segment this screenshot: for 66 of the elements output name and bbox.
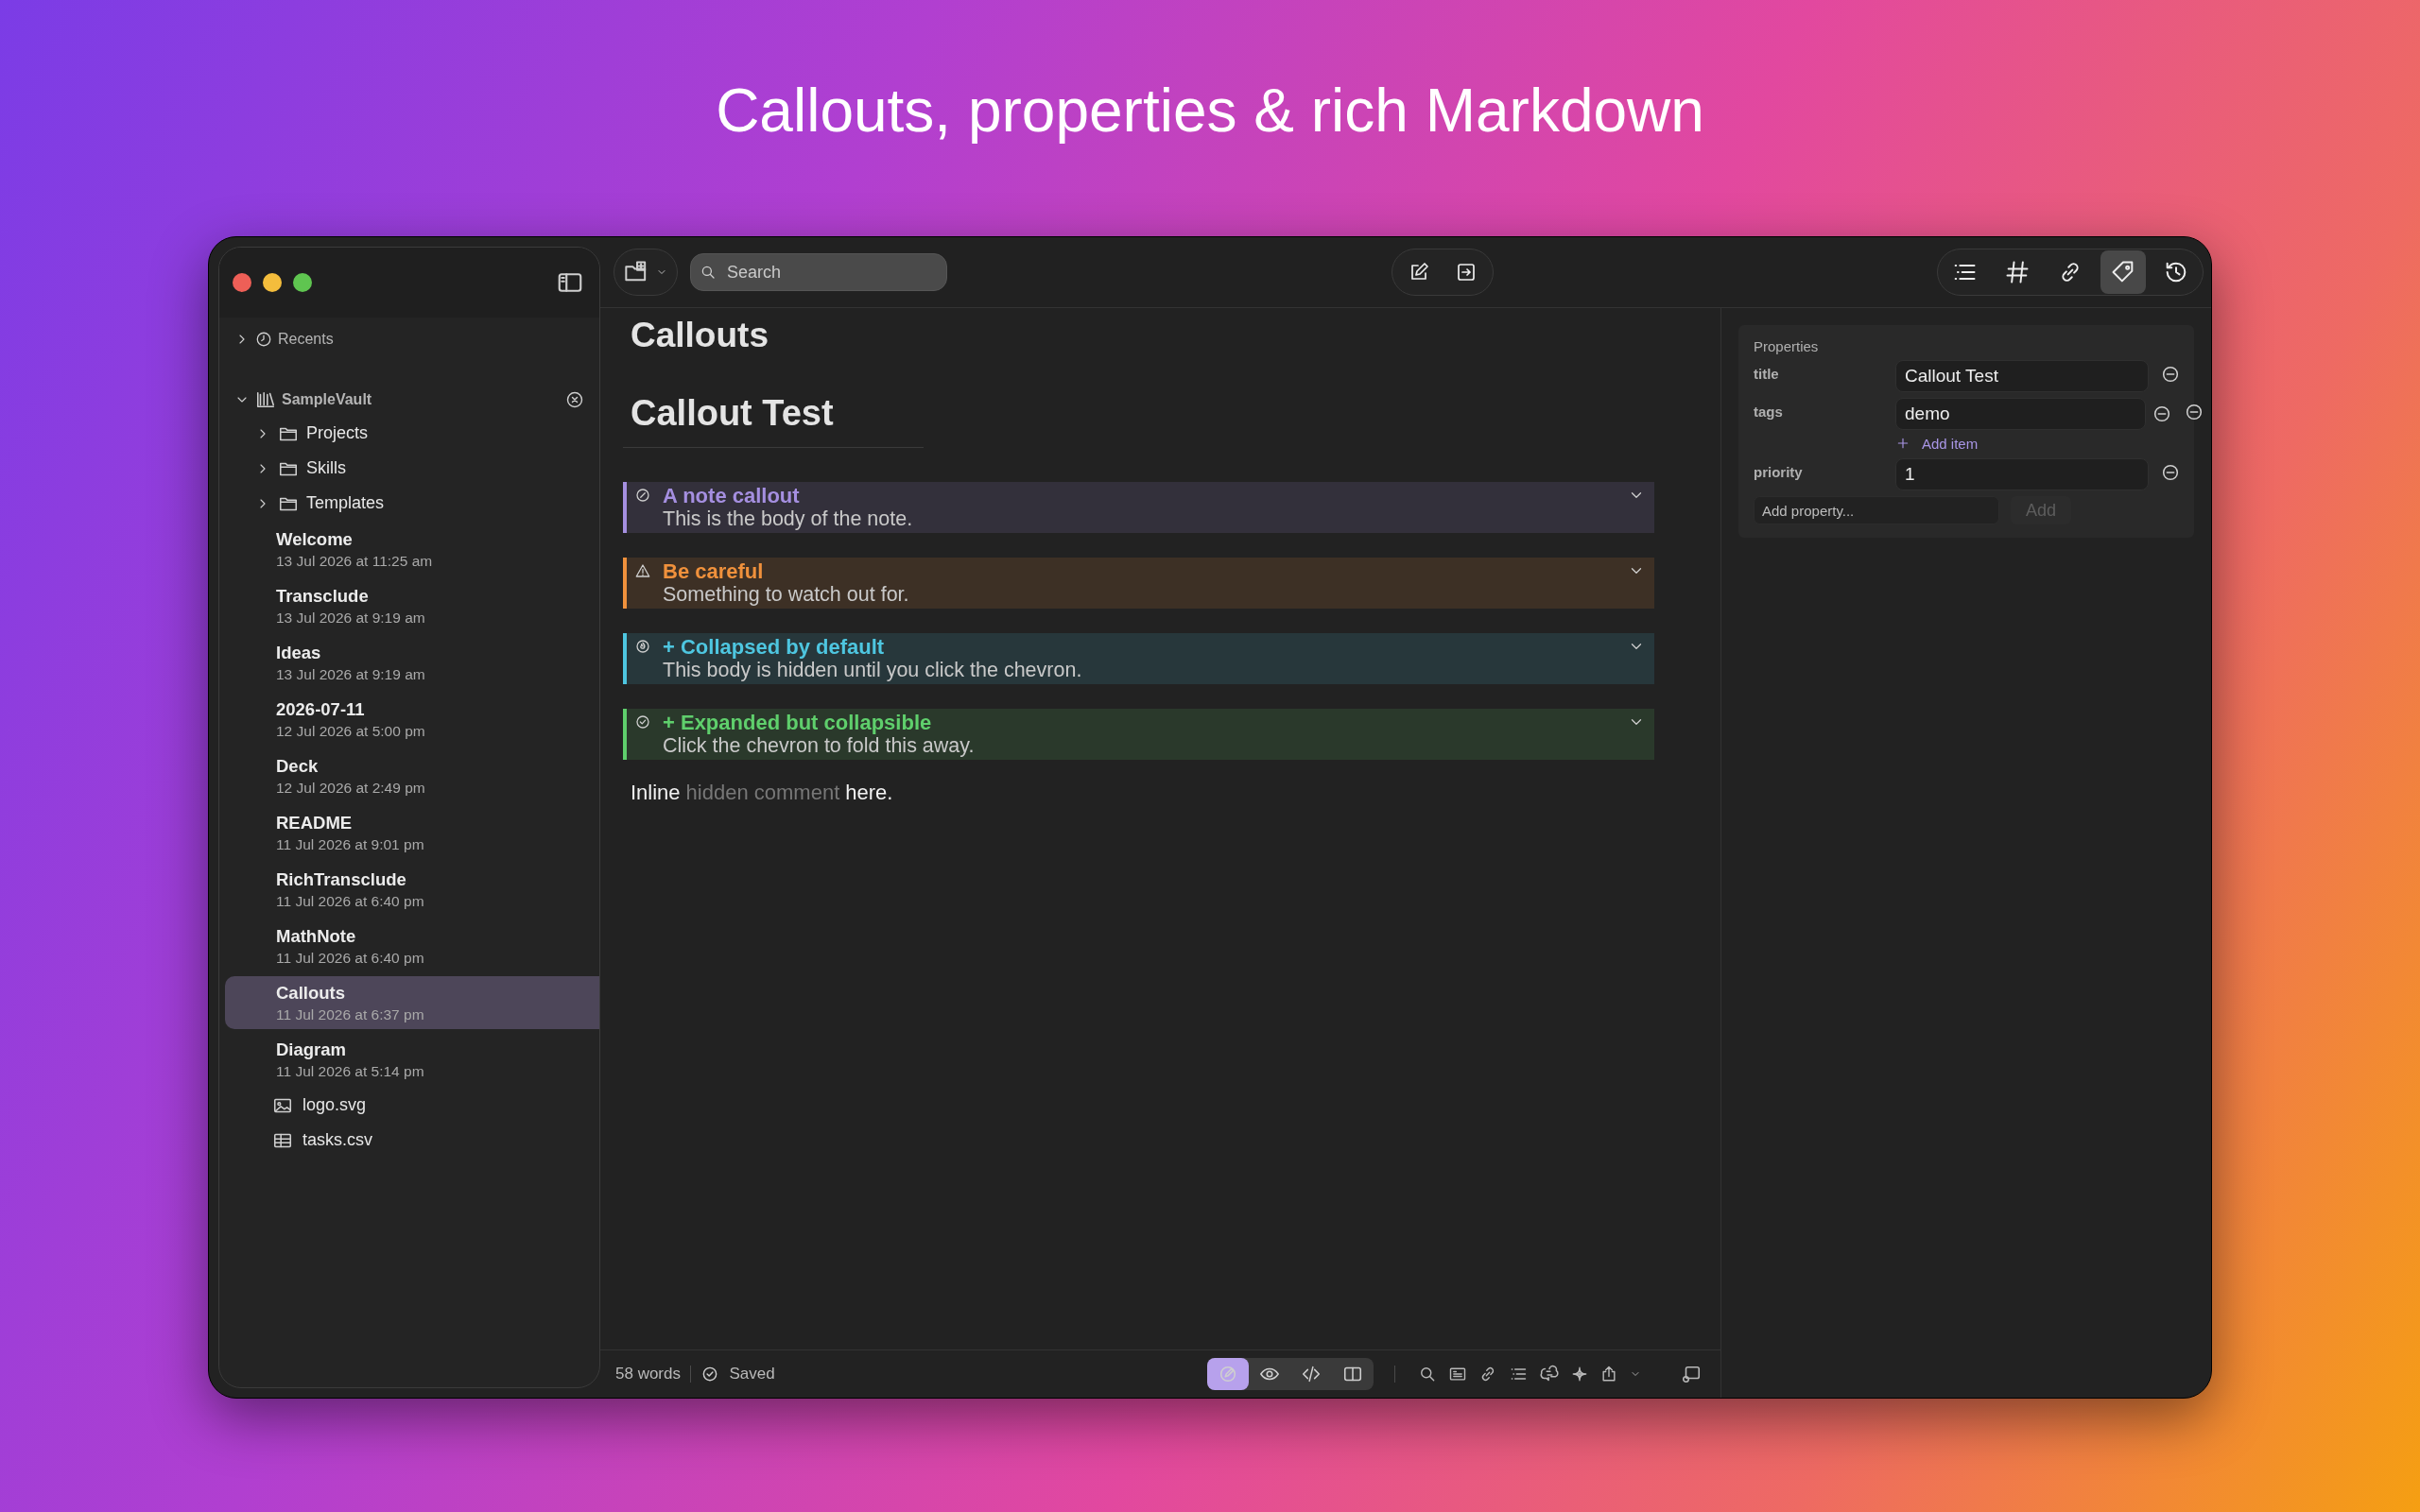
plus-icon [1895,436,1910,451]
zoom-button[interactable] [293,273,312,292]
note-item[interactable]: RichTransclude 11 Jul 2026 at 6:40 pm [225,863,599,916]
callout-title: + Expanded but collapsible [663,711,933,734]
callout-body: Something to watch out for. [663,583,910,607]
paragraph-text: here. [845,781,893,805]
folder-item[interactable]: Skills [306,458,346,478]
headline: Callouts, properties & rich Markdown [716,76,1704,146]
callout-body: Click the chevron to fold this away. [663,734,976,758]
hash-icon [2004,259,2031,285]
close-button[interactable] [233,273,251,292]
property-key: priority [1754,458,1895,490]
file-item[interactable]: tasks.csv [302,1130,372,1150]
callout-title: A note callout [663,484,801,507]
note-item[interactable]: Deck 12 Jul 2026 at 2:49 pm [225,749,599,802]
note-item[interactable]: Callouts 11 Jul 2026 at 6:37 pm [225,976,599,1029]
add-property-field[interactable]: Add property... [1754,496,1999,524]
minimize-button[interactable] [263,273,282,292]
property-key: title [1754,360,1895,392]
document-heading: Callout Test [623,393,924,448]
new-folder-button[interactable] [614,249,678,296]
callout-body: This body is hidden until you click the chevron. [663,659,1083,682]
remove-icon [2160,462,2181,483]
document-title: Callouts [631,316,769,355]
note-item[interactable]: MathNote 11 Jul 2026 at 6:40 pm [225,919,599,972]
note-item[interactable]: Diagram 11 Jul 2026 at 5:14 pm [225,1033,599,1086]
note-item[interactable]: Ideas 13 Jul 2026 at 9:19 am [225,636,599,689]
share-icon [1599,1365,1618,1383]
callout-title: Be careful [663,559,765,583]
library-icon [255,389,276,410]
reader-icon [1448,1365,1467,1383]
warning-icon [634,562,651,579]
property-value-field[interactable]: Callout Test [1895,360,2149,392]
folder-item[interactable]: Projects [306,423,369,443]
folder-item[interactable]: Templates [306,493,385,513]
edit-mode-button[interactable] [1206,1358,1249,1390]
property-value-field[interactable]: 1 [1895,458,2149,490]
save-status: Saved [729,1365,775,1383]
property-key: tags [1754,398,1895,453]
search-field[interactable]: Search [690,253,947,291]
clock-icon [255,331,272,348]
note-item[interactable]: Welcome 13 Jul 2026 at 11:25 am [225,523,599,576]
close-circle-icon [565,390,584,409]
add-item-button[interactable]: Add item [1895,434,2172,453]
callout-title: + Collapsed by default [663,635,886,659]
file-item[interactable]: logo.svg [302,1095,367,1115]
word-count: 58 words [615,1365,681,1383]
search-icon [1418,1365,1437,1383]
callout-body: This is the body of the note. [663,507,914,531]
window-icon [1681,1364,1702,1384]
vault-name[interactable]: SampleVault [282,391,372,408]
note-item[interactable]: README 11 Jul 2026 at 9:01 pm [225,806,599,859]
note-item[interactable]: 2026-07-11 12 Jul 2026 at 5:00 pm [225,693,599,746]
check-circle-icon [634,713,651,730]
remove-icon [2160,364,2181,385]
note-item[interactable]: Transclude 13 Jul 2026 at 9:19 am [225,579,599,632]
recents-label[interactable]: Recents [278,331,334,348]
remove-icon [2184,402,2204,422]
source-icon [1300,1364,1322,1384]
properties-heading: Properties [1754,338,1820,354]
remove-icon [2152,404,2172,424]
property-value-field[interactable]: demo [1895,398,2146,430]
inspector-tab[interactable] [2100,250,2146,294]
paragraph-text: Inline [631,781,681,805]
hidden-comment: hidden comment [685,781,840,805]
sparkle-icon [1571,1366,1588,1383]
